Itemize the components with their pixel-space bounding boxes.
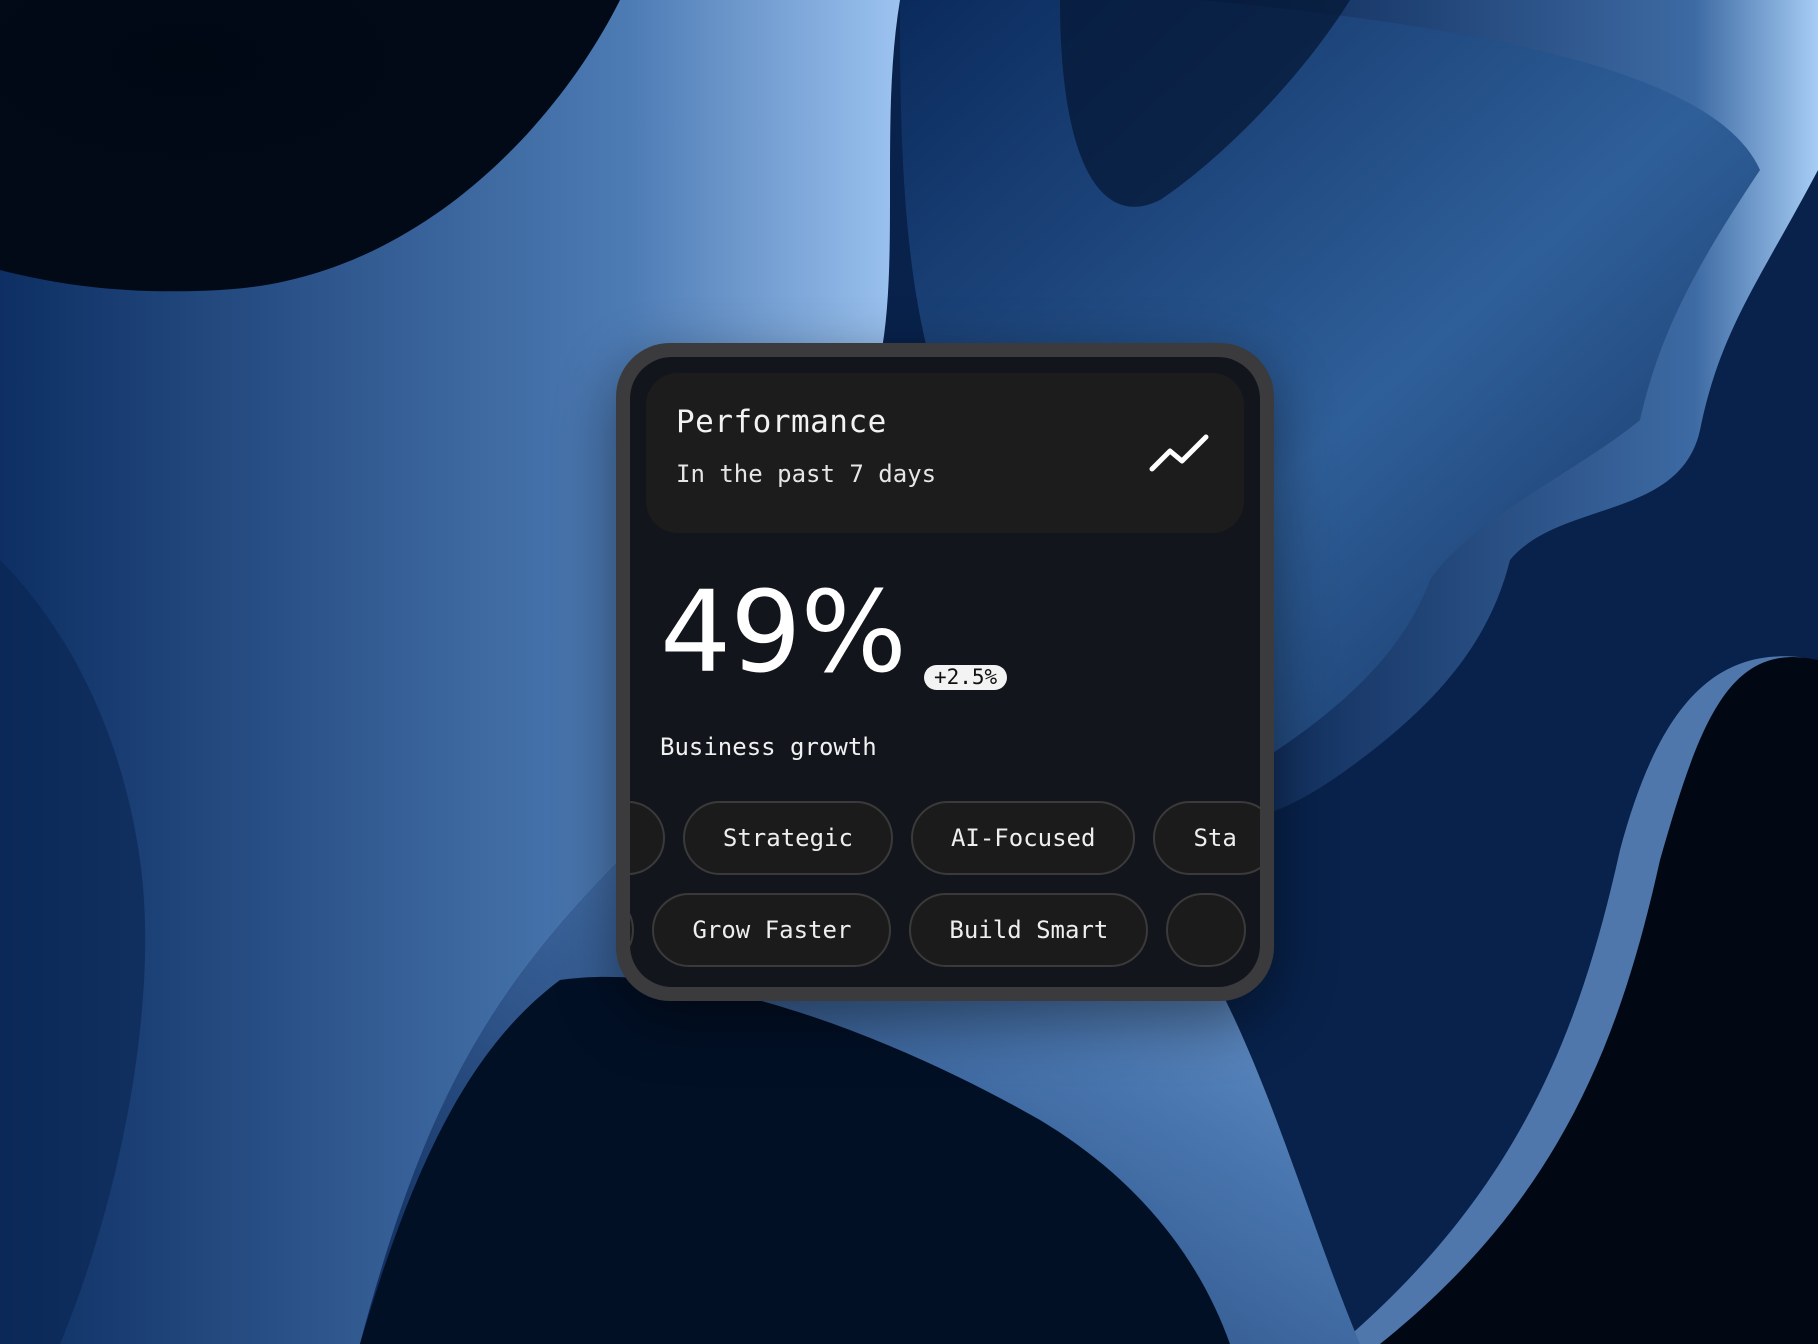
tag-row-1: al Strategic AI-Focused Sta — [630, 801, 1260, 875]
tag-chip[interactable]: Grow Faster — [652, 893, 892, 967]
widget-title: Performance — [676, 404, 887, 440]
tag-chip[interactable]: r — [630, 893, 635, 967]
tag-chip[interactable]: al — [630, 801, 665, 875]
metric-value: 49% — [660, 568, 907, 698]
header-card: Performance In the past 7 days — [646, 373, 1244, 533]
tag-chip[interactable]: Sta — [1153, 801, 1260, 875]
widget-subtitle: In the past 7 days — [676, 460, 937, 488]
tag-chip[interactable]: Build Smart — [909, 893, 1149, 967]
metric-label: Business growth — [660, 733, 877, 761]
wallpaper: Performance In the past 7 days 49% +2.5%… — [0, 0, 1818, 1344]
performance-widget: Performance In the past 7 days 49% +2.5%… — [616, 343, 1274, 1001]
tag-chip[interactable]: AI-Focused — [910, 801, 1136, 875]
widget-panel: Performance In the past 7 days 49% +2.5%… — [630, 357, 1260, 987]
tag-row-2: r Grow Faster Build Smart — [630, 893, 1247, 967]
tag-chip[interactable] — [1166, 893, 1247, 967]
delta-badge: +2.5% — [923, 664, 1008, 690]
tag-chip[interactable]: Strategic — [682, 801, 893, 875]
trending-up-icon — [1149, 434, 1209, 472]
metric-block: 49% +2.5% — [660, 568, 1008, 698]
